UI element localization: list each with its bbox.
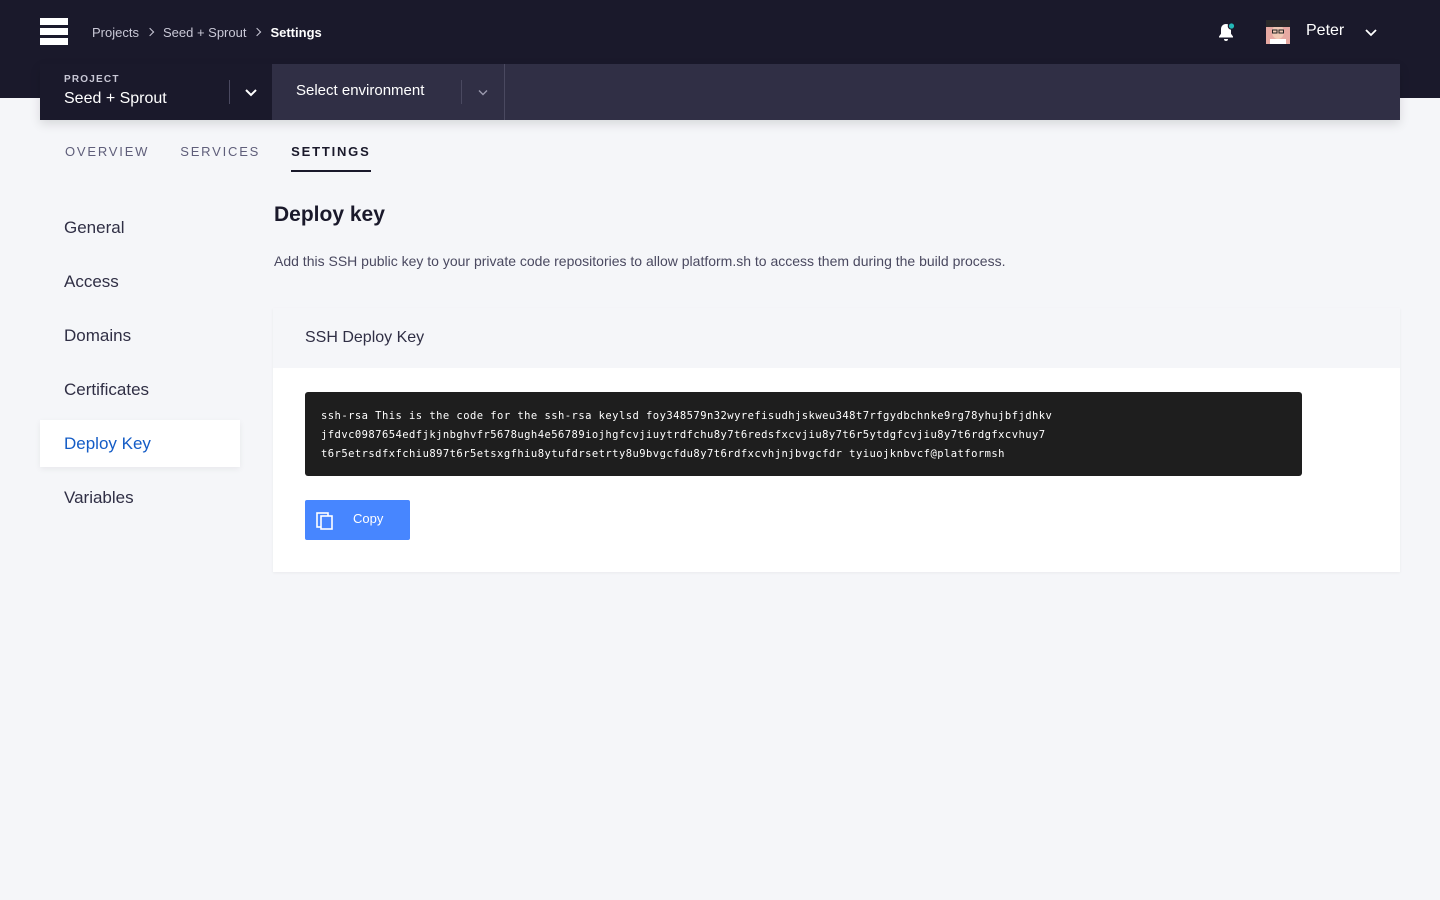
project-selector[interactable]: PROJECT Seed + Sprout (40, 64, 272, 120)
sidebar-item-access[interactable]: Access (40, 258, 240, 305)
chevron-down-icon[interactable] (243, 84, 259, 100)
page-title: Deploy key (274, 203, 385, 226)
sidebar-item-general[interactable]: General (40, 204, 240, 251)
sidebar-item-certificates[interactable]: Certificates (40, 366, 240, 413)
chevron-right-icon (253, 27, 262, 37)
project-bar: PROJECT Seed + Sprout Select environment (40, 64, 1400, 120)
copy-icon (316, 512, 333, 530)
chevron-right-icon (145, 27, 155, 37)
chevron-down-icon[interactable] (1364, 25, 1378, 39)
sidebar-item-domains[interactable]: Domains (40, 312, 240, 359)
platform-logo-icon[interactable] (40, 18, 68, 46)
breadcrumb: Projects Seed + Sprout Settings (92, 23, 322, 41)
ssh-key-line: t6r5etrsdfxfchiu897t6r5etsxgfhiu8ytufdrs… (321, 448, 1005, 460)
tab-settings[interactable]: SETTINGS (291, 144, 371, 172)
chevron-down-icon[interactable] (475, 84, 491, 100)
copy-button[interactable]: Copy (305, 500, 410, 540)
ssh-key-line: ssh-rsa This is the code for the ssh-rsa… (321, 410, 1053, 422)
page-description: Add this SSH public key to your private … (274, 253, 1006, 269)
environment-placeholder: Select environment (296, 82, 425, 99)
divider (229, 80, 230, 104)
sidebar-item-deploy-key[interactable]: Deploy Key (40, 420, 240, 467)
ssh-key-text[interactable]: ssh-rsa This is the code for the ssh-rsa… (305, 392, 1302, 476)
ssh-key-line: jfdvc0987654edfjkjnbghvfr5678ugh4e56789i… (321, 429, 1046, 441)
divider (461, 80, 462, 104)
breadcrumb-projects[interactable]: Projects (92, 25, 139, 40)
user-name[interactable]: Peter (1306, 22, 1344, 40)
card-title: SSH Deploy Key (273, 308, 1400, 368)
project-label: PROJECT (64, 74, 120, 85)
environment-selector[interactable]: Select environment (272, 64, 505, 120)
ssh-deploy-key-card: SSH Deploy Key ssh-rsa This is the code … (273, 308, 1400, 572)
tab-services[interactable]: SERVICES (180, 144, 260, 172)
project-name: Seed + Sprout (64, 90, 167, 107)
breadcrumb-current: Settings (270, 24, 322, 40)
avatar[interactable] (1266, 20, 1290, 44)
breadcrumb-project[interactable]: Seed + Sprout (163, 25, 246, 40)
sidebar-item-variables[interactable]: Variables (40, 474, 240, 521)
notification-bell-icon[interactable] (1214, 21, 1238, 45)
section-tabs: OVERVIEW SERVICES SETTINGS (65, 144, 402, 172)
tab-overview[interactable]: OVERVIEW (65, 144, 149, 172)
copy-button-label: Copy (353, 511, 384, 526)
settings-sidebar: General Access Domains Certificates Depl… (40, 204, 240, 528)
